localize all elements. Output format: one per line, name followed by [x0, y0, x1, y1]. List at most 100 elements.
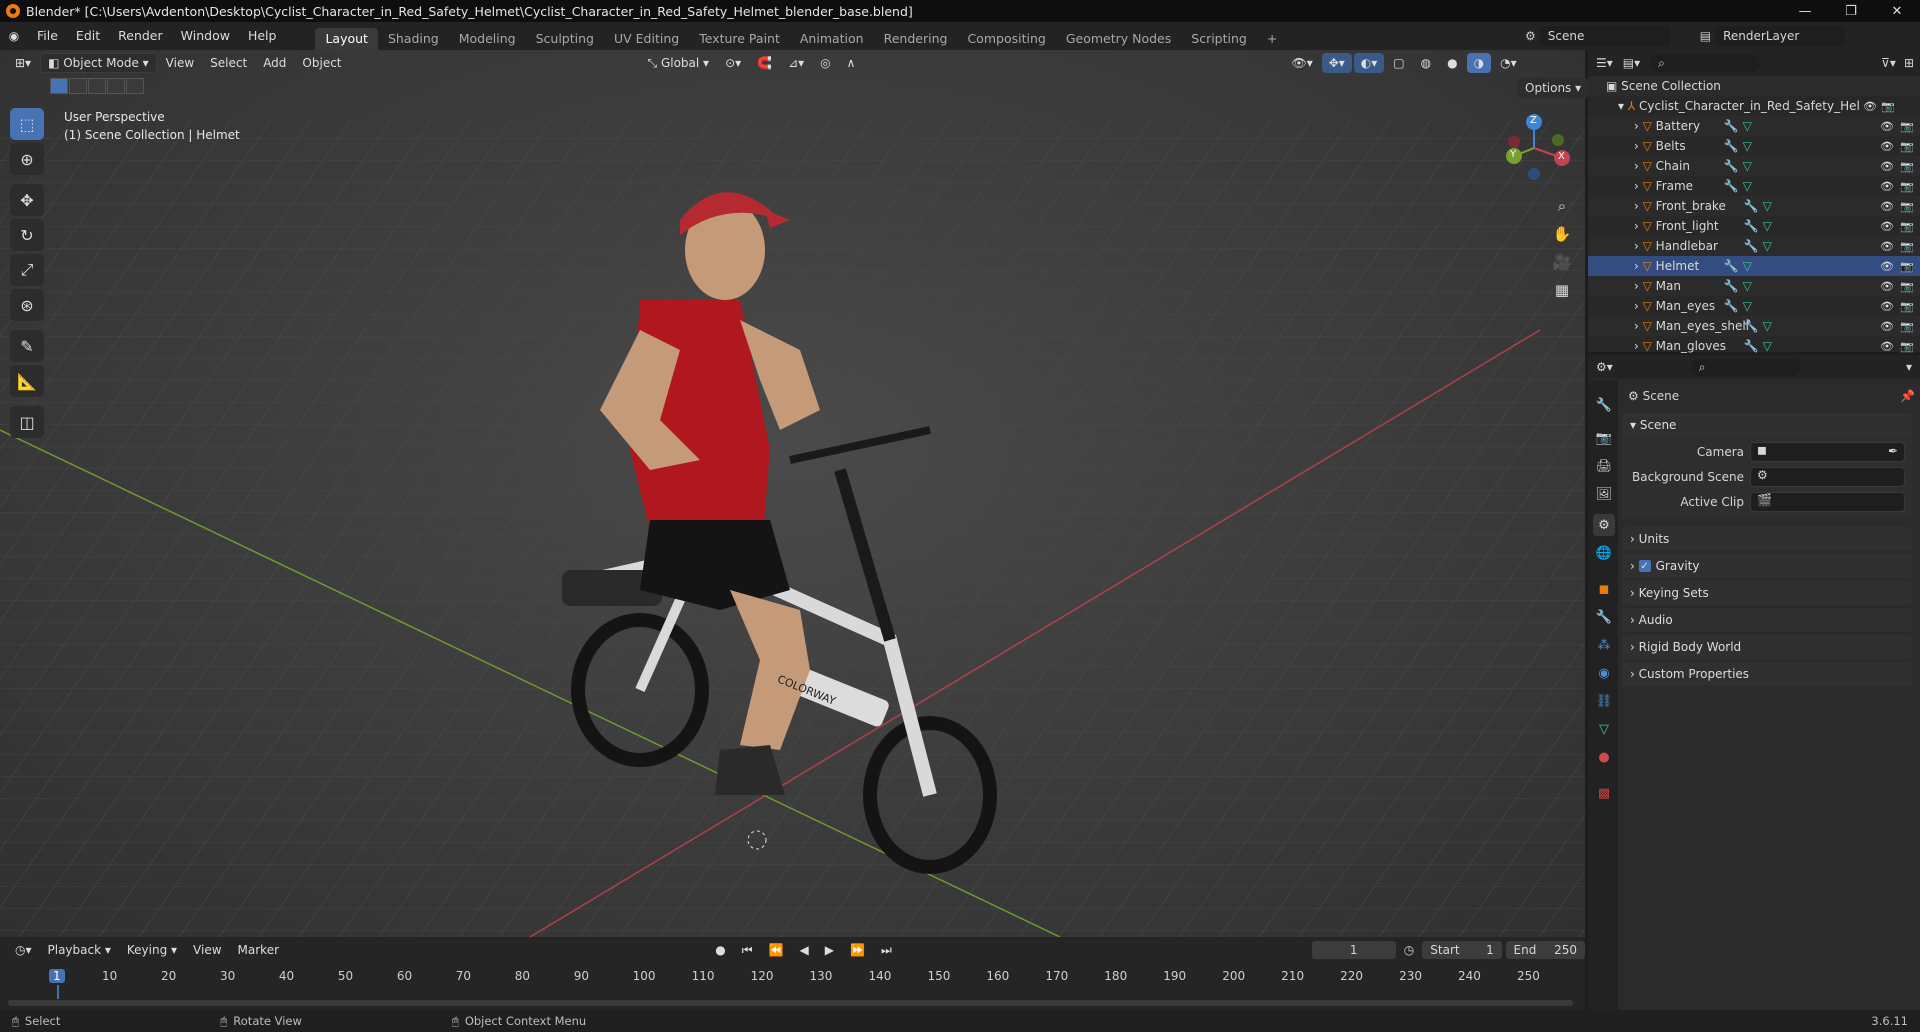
camera-icon[interactable]: 📷	[1900, 160, 1914, 173]
eyedropper-icon[interactable]: ✒	[1888, 444, 1898, 458]
rotate-tool-icon[interactable]: ↻	[10, 219, 44, 251]
tab-layout[interactable]: Layout	[315, 28, 378, 50]
proportional-edit-icon[interactable]: ◎	[813, 53, 837, 73]
properties-options-icon[interactable]: ▾	[1906, 360, 1912, 374]
select-extend-icon[interactable]	[69, 78, 87, 94]
camera-icon[interactable]: 📷	[1900, 140, 1914, 153]
tab-geometry-nodes[interactable]: Geometry Nodes	[1056, 28, 1181, 50]
camera-icon[interactable]: 📷	[1900, 260, 1914, 273]
camera-icon[interactable]: 📷	[1900, 200, 1914, 213]
output-tab-icon[interactable]: 🖨	[1593, 455, 1615, 477]
select-intersect-icon[interactable]	[126, 78, 144, 94]
expand-arrow-icon[interactable]: ›	[1634, 299, 1643, 313]
navigation-gizmo[interactable]: Z X Y	[1500, 112, 1572, 184]
eye-icon[interactable]: 👁	[1880, 240, 1894, 253]
outliner-item[interactable]: › ▽ Helmet 🔧 ▽ 👁 📷	[1588, 256, 1920, 276]
eye-icon[interactable]: 👁	[1880, 220, 1894, 233]
outliner-item[interactable]: › ▽ Man 🔧 ▽ 👁 📷	[1588, 276, 1920, 296]
eye-icon[interactable]: 👁	[1880, 300, 1894, 313]
expand-arrow-icon[interactable]: ›	[1634, 179, 1643, 193]
material-tab-icon[interactable]: ●	[1593, 746, 1615, 768]
data-tab-icon[interactable]: ▽	[1593, 718, 1615, 740]
mesh-data-icon[interactable]: ▽	[1763, 239, 1772, 253]
eye-icon[interactable]: 👁	[1880, 180, 1894, 193]
tab-sculpting[interactable]: Sculpting	[526, 28, 604, 50]
tab-uv-editing[interactable]: UV Editing	[604, 28, 689, 50]
eye-icon[interactable]: 👁	[1880, 120, 1894, 133]
mesh-data-icon[interactable]: ▽	[1743, 179, 1752, 193]
active-clip-field[interactable]: 🎬	[1750, 492, 1905, 512]
expand-arrow-icon[interactable]: ›	[1634, 319, 1643, 333]
eye-icon[interactable]: 👁	[1880, 260, 1894, 273]
select-new-icon[interactable]	[50, 78, 68, 94]
viewport-menu-add[interactable]: Add	[256, 53, 293, 73]
outliner-item[interactable]: › ▽ Man_eyes_shell 🔧 ▽ 👁 📷	[1588, 316, 1920, 336]
transform-tool-icon[interactable]: ⊛	[10, 289, 44, 321]
gizmo-toggle-icon[interactable]: ✥▾	[1321, 53, 1352, 73]
mesh-data-icon[interactable]: ▽	[1743, 119, 1752, 133]
view-layer-icon[interactable]: ▤	[1700, 29, 1711, 43]
background-scene-field[interactable]: ⚙	[1750, 467, 1905, 487]
render-tab-icon[interactable]: 📷	[1593, 427, 1615, 449]
camera-icon[interactable]: 📷	[1900, 220, 1914, 233]
select-invert-icon[interactable]	[107, 78, 125, 94]
modifier-icon[interactable]: 🔧	[1744, 339, 1759, 353]
camera-icon[interactable]: 📷	[1900, 320, 1914, 333]
eye-icon[interactable]: 👁	[1880, 160, 1894, 173]
expand-arrow-icon[interactable]: ›	[1634, 199, 1643, 213]
camera-icon[interactable]: 📷	[1900, 340, 1914, 353]
custom-properties-panel[interactable]: › Custom Properties	[1622, 662, 1912, 686]
mesh-data-icon[interactable]: ▽	[1763, 339, 1772, 353]
view-layer-selector[interactable]: RenderLayer	[1715, 26, 1846, 46]
mesh-data-icon[interactable]: ▽	[1763, 199, 1772, 213]
physics-tab-icon[interactable]: ◉	[1593, 662, 1615, 684]
3d-viewport[interactable]: COLORWAY User Perspective (1) Scene Coll…	[0, 50, 1585, 937]
tool-tab-icon[interactable]: 🔧	[1593, 394, 1615, 416]
eye-icon[interactable]: 👁	[1863, 100, 1877, 113]
solid-shading-icon[interactable]: ●	[1440, 53, 1464, 73]
scene-tab-icon[interactable]: ⚙	[1593, 514, 1615, 536]
filter-icon[interactable]: ⊽▾	[1881, 56, 1896, 70]
outliner-item[interactable]: › ▽ Belts 🔧 ▽ 👁 📷	[1588, 136, 1920, 156]
units-panel[interactable]: › Units	[1622, 527, 1912, 551]
modifier-icon[interactable]: 🔧	[1724, 119, 1739, 133]
maximize-icon[interactable]: ❐	[1828, 0, 1874, 22]
outliner-main-collection[interactable]: ▾ ⅄ Cyclist_Character_in_Red_Safety_Helm…	[1588, 96, 1920, 116]
menu-render[interactable]: Render	[109, 22, 172, 50]
tab-texture-paint[interactable]: Texture Paint	[689, 28, 790, 50]
gravity-checkbox[interactable]: ✓	[1638, 560, 1651, 572]
snap-icon[interactable]: 🧲	[750, 53, 779, 73]
playhead[interactable]	[57, 985, 59, 999]
close-icon[interactable]: ✕	[1874, 0, 1920, 22]
eye-icon[interactable]: 👁	[1880, 280, 1894, 293]
modifier-icon[interactable]: 🔧	[1724, 139, 1739, 153]
outliner-search-input[interactable]: ⌕	[1650, 54, 1761, 72]
expand-arrow-icon[interactable]: ›	[1634, 119, 1643, 133]
blender-menu-icon[interactable]: ◉	[0, 29, 28, 43]
modifier-icon[interactable]: 🔧	[1724, 159, 1739, 173]
pin-icon[interactable]: 📌	[1900, 389, 1915, 403]
expand-arrow-icon[interactable]: ›	[1634, 219, 1643, 233]
expand-arrow-icon[interactable]: ›	[1634, 259, 1643, 273]
snap-target-icon[interactable]: ⊿▾	[781, 53, 811, 73]
new-collection-icon[interactable]: ⊞	[1904, 56, 1914, 70]
mode-selector[interactable]: ◧ Object Mode ▾	[40, 53, 157, 73]
menu-edit[interactable]: Edit	[67, 22, 109, 50]
camera-icon[interactable]: 📷	[1900, 180, 1914, 193]
rigid-body-world-panel[interactable]: › Rigid Body World	[1622, 635, 1912, 659]
eye-icon[interactable]: 👁	[1880, 320, 1894, 333]
scale-tool-icon[interactable]: ⤢	[10, 254, 44, 286]
select-subtract-icon[interactable]	[88, 78, 106, 94]
eye-icon[interactable]: 👁	[1880, 200, 1894, 213]
modifier-icon[interactable]: 🔧	[1744, 199, 1759, 213]
menu-file[interactable]: File	[28, 22, 67, 50]
add-workspace-icon[interactable]: +	[1257, 28, 1287, 50]
transform-orientation[interactable]: ⤡ Global ▾	[641, 53, 717, 73]
viewport-menu-object[interactable]: Object	[295, 53, 348, 73]
mesh-data-icon[interactable]: ▽	[1743, 279, 1752, 293]
scene-section-header[interactable]: ▾ Scene	[1622, 413, 1912, 437]
scene-icon[interactable]: ⚙	[1525, 29, 1536, 43]
outliner-item[interactable]: › ▽ Frame 🔧 ▽ 👁 📷	[1588, 176, 1920, 196]
expand-arrow-icon[interactable]: ›	[1634, 239, 1643, 253]
tab-compositing[interactable]: Compositing	[957, 28, 1055, 50]
